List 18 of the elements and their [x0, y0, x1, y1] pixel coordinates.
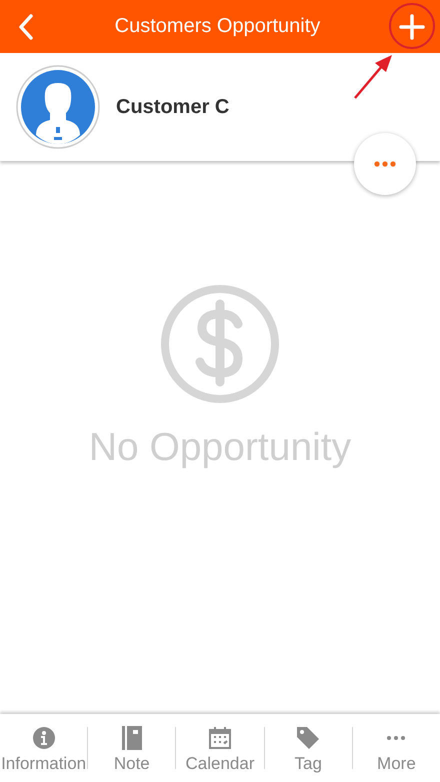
- tag-icon: [296, 726, 320, 750]
- more-icon: [387, 736, 406, 740]
- tab-button[interactable]: Information: [0, 722, 88, 774]
- more-icon: [374, 161, 396, 167]
- tab-button[interactable]: Note: [88, 722, 176, 774]
- tab-button[interactable]: Calendar: [176, 722, 264, 774]
- annotation-arrow: [352, 54, 394, 100]
- tab-button[interactable]: Tag: [264, 722, 352, 774]
- header-title: Customers Opportunity: [114, 15, 322, 38]
- add-button[interactable]: [397, 12, 427, 42]
- customer-name: Customer C: [116, 96, 230, 118]
- avatar-icon: [16, 65, 100, 149]
- notebook-icon: [122, 726, 142, 750]
- info-icon: [32, 727, 55, 749]
- dollar-icon: [160, 284, 280, 404]
- tab-button[interactable]: More: [352, 722, 440, 774]
- highlight-ring: [388, 2, 436, 50]
- calendar-icon: [209, 727, 231, 749]
